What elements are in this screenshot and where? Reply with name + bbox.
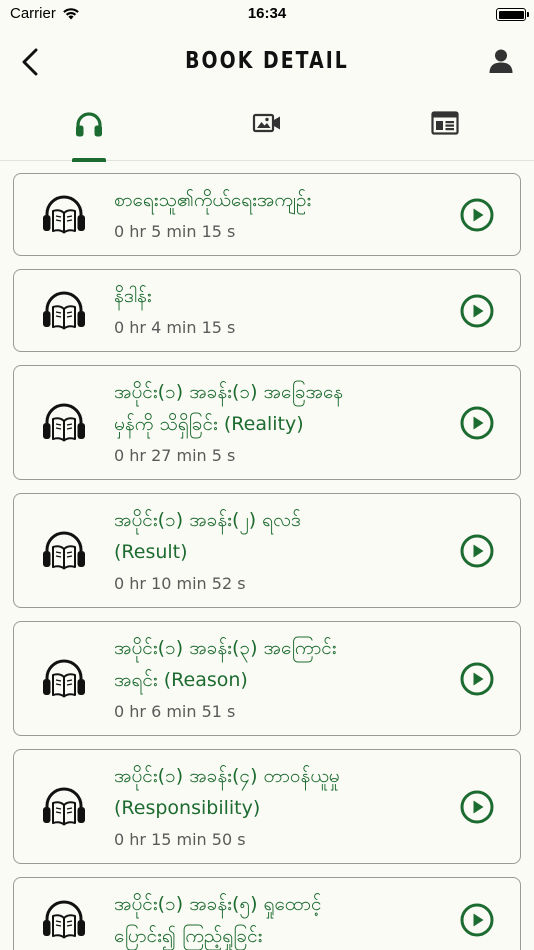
track-card[interactable]: အပိုင်း(၁) အခန်း(၂) ရလဒ် (Result) 0 hr 10… (13, 493, 521, 608)
track-text: နိဒါန်း 0 hr 4 min 15 s (114, 270, 434, 351)
track-icon-wrap (14, 658, 114, 700)
track-title-line: စာရေးသူ၏ကိုယ်ရေးအကျဉ်း (114, 189, 312, 211)
back-button[interactable] (14, 46, 46, 78)
play-circle-icon (460, 406, 494, 439)
track-title: စာရေးသူ၏ကိုယ်ရေးအကျဉ်း (114, 184, 434, 216)
audiobook-icon (43, 531, 85, 569)
user-icon (489, 49, 513, 73)
newspaper-icon (431, 111, 459, 135)
track-duration: 0 hr 10 min 52 s (114, 574, 246, 593)
status-bar: Carrier 16:34 (0, 0, 534, 28)
tab-video[interactable] (178, 96, 356, 160)
track-card[interactable]: နိဒါန်း 0 hr 4 min 15 s (13, 269, 521, 352)
track-duration: 0 hr 5 min 15 s (114, 222, 236, 241)
track-title-line: အရင်း (Reason) (114, 669, 248, 691)
track-icon-wrap (14, 402, 114, 444)
track-duration: 0 hr 27 min 5 s (114, 446, 236, 465)
track-title: အပိုင်း(၁) အခန်း(၁) အခြေအနေမှန်ကို သိရှိ… (114, 376, 434, 440)
track-text: အပိုင်း(၁) အခန်း(၄) တာဝန်ယူမှု (Responsib… (114, 750, 434, 863)
track-text: အပိုင်း(၁) အခန်း(၁) အခြေအနေမှန်ကို သိရှိ… (114, 366, 434, 479)
play-circle-icon (460, 790, 494, 823)
profile-button[interactable] (486, 46, 516, 76)
audiobook-icon (43, 787, 85, 825)
play-circle-icon (460, 903, 494, 937)
audiobook-icon (43, 195, 85, 233)
track-list: စာရေးသူ၏ကိုယ်ရေးအကျဉ်း 0 hr 5 min 15 s န… (0, 161, 534, 950)
audiobook-icon (43, 659, 85, 697)
track-title-line: အပိုင်း(၁) အခန်း(၃) အကြောင်း (114, 637, 337, 659)
tab-bar (0, 96, 534, 162)
track-title-line: အပိုင်း(၁) အခန်း(၁) အခြေအနေ (114, 381, 344, 403)
audiobook-icon (43, 900, 85, 939)
track-title-line: အပိုင်း(၁) အခန်း(၂) ရလဒ် (114, 509, 301, 531)
track-title-line: (Result) (114, 541, 188, 563)
play-button[interactable] (434, 406, 520, 440)
track-icon-wrap (14, 530, 114, 572)
play-circle-icon (460, 662, 494, 695)
track-card[interactable]: အပိုင်း(၁) အခန်း(၃) အကြောင်းအရင်း (Reaso… (13, 621, 521, 736)
page-title: BOOK DETAIL (185, 48, 349, 74)
track-title-line: မှန်ကို သိရှိခြင်း (Reality) (114, 413, 304, 435)
video-icon (252, 113, 280, 133)
play-button[interactable] (434, 294, 520, 328)
play-button[interactable] (434, 903, 520, 937)
track-title: နိဒါန်း (114, 280, 434, 312)
play-button[interactable] (434, 534, 520, 568)
track-card[interactable]: စာရေးသူ၏ကိုယ်ရေးအကျဉ်း 0 hr 5 min 15 s (13, 173, 521, 256)
track-icon-wrap (14, 786, 114, 828)
active-tab-indicator (72, 157, 106, 162)
play-button[interactable] (434, 198, 520, 232)
track-title-line: ပြောင်း၍ ကြည့်ရှုခြင်း (114, 925, 263, 947)
audiobook-icon (43, 291, 85, 329)
chevron-left-icon (22, 48, 38, 76)
track-card[interactable]: အပိုင်း(၁) အခန်း(၄) တာဝန်ယူမှု (Responsib… (13, 749, 521, 864)
play-circle-icon (460, 294, 494, 327)
track-icon-wrap (14, 899, 114, 941)
track-duration: 0 hr 4 min 15 s (114, 318, 236, 337)
track-title: အပိုင်း(၁) အခန်း(၃) အကြောင်းအရင်း (Reaso… (114, 632, 434, 696)
battery-icon (496, 8, 529, 21)
track-icon-wrap (14, 194, 114, 236)
audiobook-icon (43, 403, 85, 441)
track-text: အပိုင်း(၁) အခန်း(၂) ရလဒ် (Result) 0 hr 10… (114, 494, 434, 607)
track-title: အပိုင်း(၁) အခန်း(၄) တာဝန်ယူမှု (Responsib… (114, 760, 434, 824)
tab-audio[interactable] (0, 96, 178, 162)
track-text: စာရေးသူ၏ကိုယ်ရေးအကျဉ်း 0 hr 5 min 15 s (114, 174, 434, 255)
track-duration: 0 hr 6 min 51 s (114, 702, 236, 721)
track-card[interactable]: အပိုင်း(၁) အခန်း(၅) ရှုထောင့်ပြောင်း၍ ကြ… (13, 877, 521, 950)
track-duration: 0 hr 15 min 50 s (114, 830, 246, 849)
track-title: အပိုင်း(၁) အခန်း(၂) ရလဒ် (Result) (114, 504, 434, 568)
clock: 16:34 (247, 5, 287, 22)
track-icon-wrap (14, 290, 114, 332)
tab-articles[interactable] (356, 96, 534, 160)
play-button[interactable] (434, 790, 520, 824)
play-button[interactable] (434, 662, 520, 696)
track-card[interactable]: အပိုင်း(၁) အခန်း(၁) အခြေအနေမှန်ကို သိရှိ… (13, 365, 521, 480)
track-text: အပိုင်း(၁) အခန်း(၅) ရှုထောင့်ပြောင်း၍ ကြ… (114, 878, 434, 950)
headphones-icon (76, 112, 102, 137)
play-circle-icon (460, 198, 494, 231)
track-text: အပိုင်း(၁) အခန်း(၃) အကြောင်းအရင်း (Reaso… (114, 622, 434, 735)
track-title-line: အပိုင်း(၁) အခန်း(၅) ရှုထောင့် (114, 893, 322, 915)
track-title-line: အပိုင်း(၁) အခန်း(၄) တာဝန်ယူမှု (114, 765, 340, 787)
track-title-line: (Responsibility) (114, 797, 261, 819)
track-title: အပိုင်း(၁) အခန်း(၅) ရှုထောင့်ပြောင်း၍ ကြ… (114, 888, 434, 950)
play-circle-icon (460, 534, 494, 567)
track-title-line: နိဒါန်း (114, 285, 152, 307)
navigation-bar: BOOK DETAIL (0, 28, 534, 96)
